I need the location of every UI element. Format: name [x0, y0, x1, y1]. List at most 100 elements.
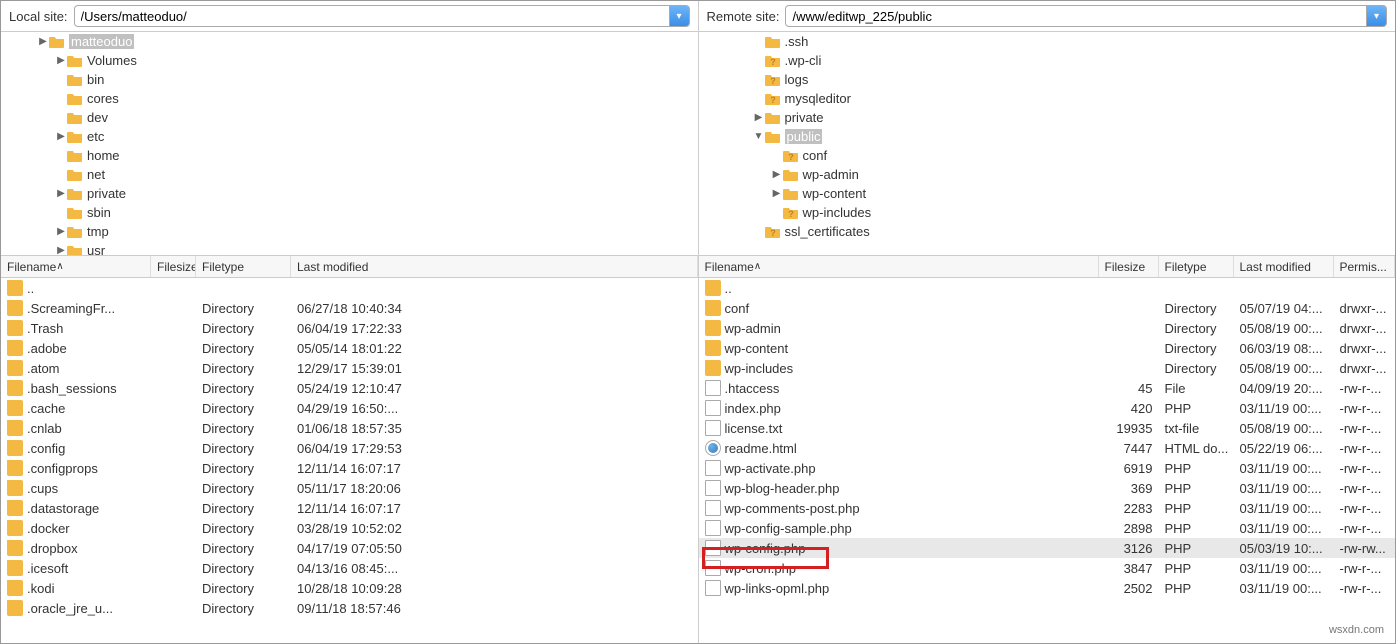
list-row[interactable]: .kodiDirectory10/28/18 10:09:28	[1, 578, 698, 598]
list-row[interactable]: wp-config-sample.php2898PHP03/11/19 00:.…	[699, 518, 1396, 538]
tree-item[interactable]: ▶usr	[1, 241, 698, 256]
tree-item[interactable]: bin	[1, 70, 698, 89]
list-row[interactable]: wp-adminDirectory05/08/19 00:...drwxr-..…	[699, 318, 1396, 338]
file-size: 2502	[1099, 581, 1159, 596]
list-row[interactable]: .icesoftDirectory04/13/16 08:45:...	[1, 558, 698, 578]
expand-toggle[interactable]: ▶	[771, 188, 783, 199]
tree-item[interactable]: ▶etc	[1, 127, 698, 146]
local-tree[interactable]: ▶matteoduo▶Volumesbincoresdev▶etchomenet…	[1, 32, 698, 256]
local-col-filesize[interactable]: Filesize	[151, 256, 196, 277]
expand-toggle[interactable]: ▶	[55, 131, 67, 142]
list-row[interactable]: wp-contentDirectory06/03/19 08:...drwxr-…	[699, 338, 1396, 358]
tree-item[interactable]: ▼public	[699, 127, 1396, 146]
expand-toggle[interactable]: ▼	[753, 131, 765, 142]
list-row[interactable]: .datastorageDirectory12/11/14 16:07:17	[1, 498, 698, 518]
list-row[interactable]: .cupsDirectory05/11/17 18:20:06	[1, 478, 698, 498]
list-row[interactable]: .htaccess45File04/09/19 20:...-rw-r-...	[699, 378, 1396, 398]
local-list-header[interactable]: Filename Filesize Filetype Last modified	[1, 256, 698, 278]
list-row[interactable]: .adobeDirectory05/05/14 18:01:22	[1, 338, 698, 358]
list-row[interactable]: wp-comments-post.php2283PHP03/11/19 00:.…	[699, 498, 1396, 518]
tree-item[interactable]: ▶matteoduo	[1, 32, 698, 51]
remote-col-filesize[interactable]: Filesize	[1099, 256, 1159, 277]
file-mod: 12/11/14 16:07:17	[291, 501, 581, 516]
tree-item-label: conf	[803, 148, 828, 163]
expand-toggle[interactable]: ▶	[55, 226, 67, 237]
tree-item[interactable]: .ssh	[699, 32, 1396, 51]
tree-item[interactable]: dev	[1, 108, 698, 127]
tree-item[interactable]: ?logs	[699, 70, 1396, 89]
list-row[interactable]: ..	[1, 278, 698, 298]
local-path-combo[interactable]: ▾	[74, 5, 690, 27]
file-type: Directory	[196, 501, 291, 516]
list-row[interactable]: index.php420PHP03/11/19 00:...-rw-r-...	[699, 398, 1396, 418]
file-type: Directory	[196, 581, 291, 596]
tree-item[interactable]: ▶wp-content	[699, 184, 1396, 203]
remote-file-list[interactable]: ..confDirectory05/07/19 04:...drwxr-...w…	[699, 278, 1396, 643]
list-row[interactable]: license.txt19935txt-file05/08/19 00:...-…	[699, 418, 1396, 438]
tree-item[interactable]: ▶Volumes	[1, 51, 698, 70]
list-row[interactable]: confDirectory05/07/19 04:...drwxr-...	[699, 298, 1396, 318]
svg-text:?: ?	[770, 95, 776, 105]
folder-unknown-icon: ?	[765, 224, 781, 240]
tree-item[interactable]: ?conf	[699, 146, 1396, 165]
list-row[interactable]: .atomDirectory12/29/17 15:39:01	[1, 358, 698, 378]
tree-item[interactable]: net	[1, 165, 698, 184]
list-row[interactable]: wp-includesDirectory05/08/19 00:...drwxr…	[699, 358, 1396, 378]
remote-col-permissions[interactable]: Permis...	[1334, 256, 1396, 277]
local-path-input[interactable]	[75, 6, 669, 26]
local-path-dropdown[interactable]: ▾	[669, 6, 689, 26]
tree-item[interactable]: ?wp-includes	[699, 203, 1396, 222]
remote-path-dropdown[interactable]: ▾	[1366, 6, 1386, 26]
file-perm: drwxr-...	[1334, 341, 1389, 356]
remote-col-filetype[interactable]: Filetype	[1159, 256, 1234, 277]
list-row[interactable]: wp-activate.php6919PHP03/11/19 00:...-rw…	[699, 458, 1396, 478]
expand-toggle[interactable]: ▶	[55, 55, 67, 66]
remote-list-header[interactable]: Filename Filesize Filetype Last modified…	[699, 256, 1396, 278]
list-row[interactable]: .ScreamingFr...Directory06/27/18 10:40:3…	[1, 298, 698, 318]
list-row[interactable]: .oracle_jre_u...Directory09/11/18 18:57:…	[1, 598, 698, 618]
expand-toggle[interactable]: ▶	[55, 245, 67, 256]
tree-item[interactable]: ?ssl_certificates	[699, 222, 1396, 241]
local-file-list[interactable]: ...ScreamingFr...Directory06/27/18 10:40…	[1, 278, 698, 643]
local-col-modified[interactable]: Last modified	[291, 256, 698, 277]
tree-item[interactable]: ▶tmp	[1, 222, 698, 241]
local-col-filename[interactable]: Filename	[1, 256, 151, 277]
expand-toggle[interactable]: ▶	[753, 112, 765, 123]
list-row[interactable]: readme.html7447HTML do...05/22/19 06:...…	[699, 438, 1396, 458]
list-row[interactable]: ..	[699, 278, 1396, 298]
file-mod: 04/17/19 07:05:50	[291, 541, 581, 556]
list-row[interactable]: .dropboxDirectory04/17/19 07:05:50	[1, 538, 698, 558]
tree-item[interactable]: cores	[1, 89, 698, 108]
remote-col-filename[interactable]: Filename	[699, 256, 1099, 277]
list-row[interactable]: .TrashDirectory06/04/19 17:22:33	[1, 318, 698, 338]
expand-toggle[interactable]: ▶	[37, 36, 49, 47]
expand-toggle[interactable]: ▶	[55, 188, 67, 199]
file-mod: 09/11/18 18:57:46	[291, 601, 581, 616]
file-type: Directory	[196, 361, 291, 376]
remote-tree[interactable]: .ssh?.wp-cli?logs?mysqleditor▶private▼pu…	[699, 32, 1396, 256]
remote-path-input[interactable]	[786, 6, 1366, 26]
list-row[interactable]: .dockerDirectory03/28/19 10:52:02	[1, 518, 698, 538]
remote-path-combo[interactable]: ▾	[785, 5, 1387, 27]
file-name: index.php	[725, 401, 781, 416]
remote-col-modified[interactable]: Last modified	[1234, 256, 1334, 277]
folder-icon	[7, 540, 23, 556]
list-row[interactable]: wp-blog-header.php369PHP03/11/19 00:...-…	[699, 478, 1396, 498]
expand-toggle[interactable]: ▶	[771, 169, 783, 180]
list-row[interactable]: .cnlabDirectory01/06/18 18:57:35	[1, 418, 698, 438]
list-row[interactable]: .cacheDirectory04/29/19 16:50:...	[1, 398, 698, 418]
tree-item[interactable]: ?.wp-cli	[699, 51, 1396, 70]
tree-item[interactable]: home	[1, 146, 698, 165]
list-row[interactable]: .configDirectory06/04/19 17:29:53	[1, 438, 698, 458]
tree-item[interactable]: ▶private	[699, 108, 1396, 127]
tree-item[interactable]: ▶wp-admin	[699, 165, 1396, 184]
list-row[interactable]: .bash_sessionsDirectory05/24/19 12:10:47	[1, 378, 698, 398]
list-row[interactable]: wp-links-opml.php2502PHP03/11/19 00:...-…	[699, 578, 1396, 598]
local-col-filetype[interactable]: Filetype	[196, 256, 291, 277]
list-row[interactable]: .configpropsDirectory12/11/14 16:07:17	[1, 458, 698, 478]
file-mod: 05/08/19 00:...	[1234, 421, 1334, 436]
tree-item[interactable]: ▶private	[1, 184, 698, 203]
tree-item[interactable]: sbin	[1, 203, 698, 222]
tree-item[interactable]: ?mysqleditor	[699, 89, 1396, 108]
file-name: .htaccess	[725, 381, 780, 396]
